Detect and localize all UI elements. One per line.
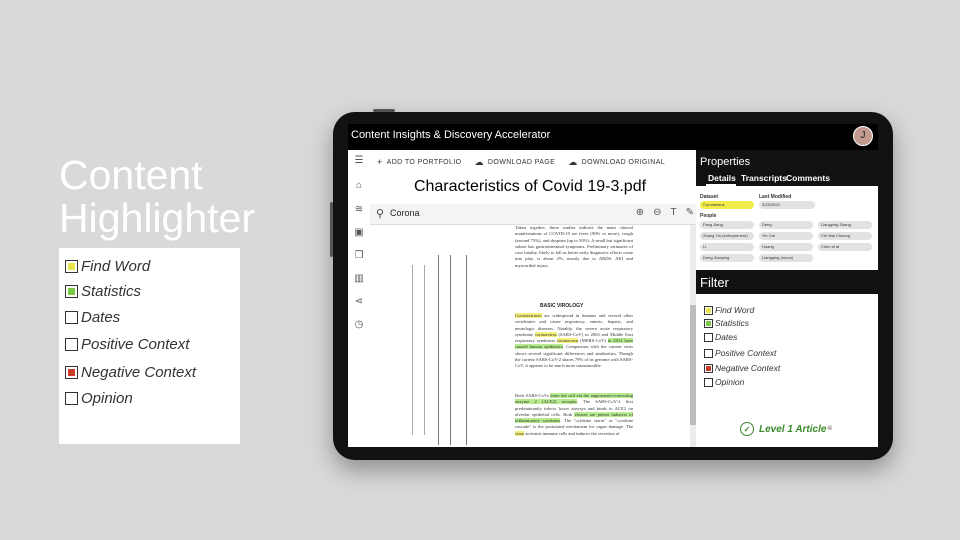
tab-comments[interactable]: Comments	[786, 173, 830, 183]
tab-transcripts[interactable]: Transcripts	[741, 173, 787, 183]
slide-title-line1: Content	[59, 152, 203, 198]
dataset-label: Dataset	[700, 194, 719, 200]
app-screen: Content Insights & Discovery Accelerator…	[348, 124, 878, 447]
person-chip[interactable]: Yin Cai	[759, 232, 813, 240]
history-icon[interactable]: ◷	[353, 319, 365, 331]
filter-header: Filter	[696, 270, 878, 294]
properties-title: Properties	[700, 156, 751, 168]
document-search-bar[interactable]: ⚲ Corona ⊕ ⊖ T ✎	[370, 204, 698, 225]
slide-title: Content Highlighter	[59, 154, 255, 240]
app-title: Content Insights & Discovery Accelerator	[351, 129, 551, 141]
search-tools: ⊕ ⊖ T ✎	[636, 207, 694, 218]
filter-dates[interactable]: Dates	[704, 331, 737, 343]
person-chip[interactable]: Fang Jiang	[700, 221, 754, 229]
checkbox-icon[interactable]	[704, 348, 713, 358]
filter-positive-context[interactable]: Positive Context	[704, 347, 776, 359]
person-chip[interactable]: Li	[700, 243, 754, 251]
person-chip[interactable]: Deng	[759, 221, 813, 229]
filter-title: Filter	[700, 275, 729, 290]
legend-item-statistics: Statistics	[65, 281, 141, 301]
paragraph-1: Taken together, these studies indicate t…	[515, 225, 633, 268]
save-icon[interactable]: ▣	[353, 227, 365, 239]
legend-item-dates: Dates	[65, 307, 120, 327]
tablet-button	[373, 109, 395, 112]
document-page: Taken together, these studies indicate t…	[370, 225, 690, 447]
filter-statistics[interactable]: Statistics	[704, 317, 749, 329]
properties-header: Properties Details Transcripts Comments	[696, 150, 878, 186]
slide-title-line2: Highlighter	[59, 195, 255, 241]
pages-icon[interactable]: ❐	[353, 250, 365, 262]
person-chip[interactable]: Liangping Zhang	[818, 221, 872, 229]
legend-item-positive-context: Positive Context	[65, 334, 189, 354]
section-heading: BASIC VIROLOGY	[540, 303, 584, 309]
tab-active-indicator	[706, 184, 736, 186]
tab-details[interactable]: Details	[708, 173, 736, 183]
document-toolbar: + ADD TO PORTFOLIO ☁ DOWNLOAD PAGE ☁ DOW…	[370, 150, 696, 174]
home-icon[interactable]: ⌂	[353, 180, 365, 192]
menu-icon[interactable]: ☰	[353, 155, 365, 167]
paragraph-2: Coronaviruses are widespread in humans a…	[515, 313, 634, 369]
checkbox-icon	[65, 284, 78, 298]
check-circle-icon: ✓	[740, 422, 754, 436]
cloud-download-icon: ☁	[568, 156, 578, 167]
filter-negative-context[interactable]: Negative Context	[704, 362, 780, 374]
cloud-download-icon: ☁	[474, 156, 484, 167]
legend-item-negative-context: Negative Context	[65, 362, 196, 382]
avatar[interactable]: J	[853, 126, 873, 146]
properties-panel: Properties Details Transcripts Comments …	[696, 150, 878, 447]
plus-icon: +	[377, 157, 383, 167]
rotated-table	[390, 255, 470, 445]
zoom-out-icon[interactable]: ⊖	[653, 207, 661, 218]
dataset-chip[interactable]: Coronavirus	[700, 201, 754, 209]
download-page-button[interactable]: ☁ DOWNLOAD PAGE	[475, 157, 556, 168]
paragraph-3: Both SARS-CoVs enter the cell via the an…	[515, 393, 634, 436]
checkbox-icon[interactable]	[704, 318, 713, 328]
last-modified-value: 3/15/2020	[759, 201, 815, 209]
checkbox-icon	[65, 391, 78, 405]
left-rail: ☰ ⌂ ≋ ▣ ❐ ▥ ⋖ ◷	[348, 150, 370, 447]
chart-icon[interactable]: ▥	[353, 273, 365, 285]
people-label: People	[700, 213, 717, 219]
level-badge: ✓ Level 1 Article ©	[740, 422, 832, 436]
person-chip[interactable]: Liangqing (moon)	[759, 254, 813, 262]
legend-item-opinion: Opinion	[65, 388, 133, 408]
tablet-device: Content Insights & Discovery Accelerator…	[330, 109, 893, 460]
checkbox-icon[interactable]	[704, 363, 713, 373]
filter-opinion[interactable]: Opinion	[704, 376, 744, 388]
checkbox-icon[interactable]	[704, 305, 713, 315]
filter-find-word[interactable]: Find Word	[704, 304, 754, 316]
person-chip[interactable]: Deng Xiaoping	[700, 254, 754, 262]
checkbox-icon	[65, 310, 78, 324]
document-title: Characteristics of Covid 19-3.pdf	[413, 178, 647, 195]
checkbox-icon[interactable]	[704, 377, 713, 387]
checkbox-icon	[65, 365, 78, 379]
add-to-portfolio-button[interactable]: + ADD TO PORTFOLIO	[377, 157, 462, 167]
legend-item-find-word: Find Word	[65, 256, 150, 276]
checkbox-icon	[65, 337, 78, 351]
highlight-legend: Find Word Statistics Dates Positive Cont…	[59, 248, 240, 444]
app-header: Content Insights & Discovery Accelerator…	[348, 124, 878, 150]
database-icon[interactable]: ≋	[353, 204, 365, 216]
document-viewer[interactable]: Taken together, these studies indicate t…	[370, 225, 696, 447]
person-chip[interactable]: Chi Wai Cheung	[818, 232, 872, 240]
text-icon[interactable]: T	[671, 207, 677, 218]
share-icon[interactable]: ⋖	[353, 296, 365, 308]
person-chip[interactable]: Huang	[759, 243, 813, 251]
checkbox-icon	[65, 259, 78, 273]
checkbox-icon[interactable]	[704, 332, 713, 342]
tablet-button	[330, 202, 333, 257]
wrench-icon[interactable]: ✎	[686, 207, 694, 218]
zoom-in-icon[interactable]: ⊕	[636, 207, 644, 218]
search-input[interactable]: Corona	[390, 208, 420, 218]
download-original-button[interactable]: ☁ DOWNLOAD ORIGINAL	[568, 157, 665, 168]
last-modified-label: Last Modified	[759, 194, 792, 200]
search-icon: ⚲	[376, 208, 385, 220]
person-chip[interactable]: Chen et al	[818, 243, 872, 251]
person-chip[interactable]: Zhang Yin (entrepreneur)	[700, 232, 754, 240]
